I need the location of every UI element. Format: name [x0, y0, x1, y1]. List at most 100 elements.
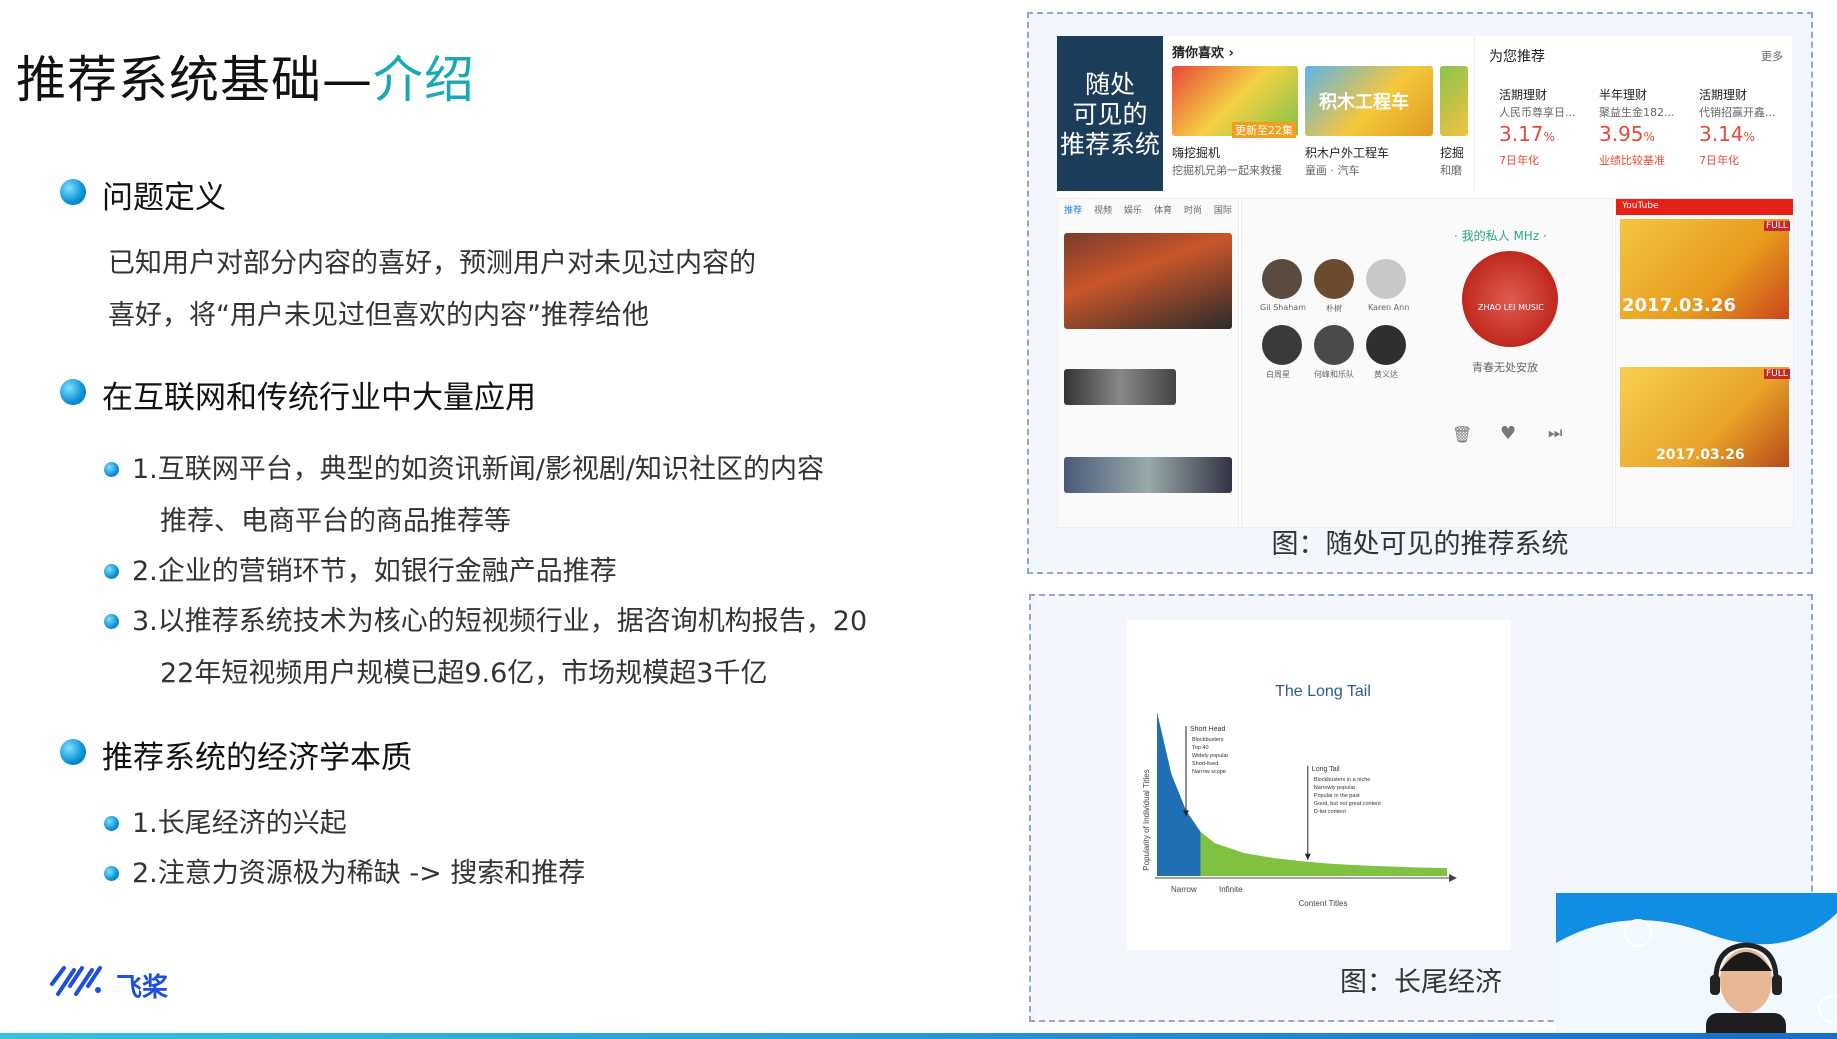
- artist-name: Karen Ann: [1368, 303, 1410, 312]
- artist-avatar: [1366, 259, 1406, 299]
- x-axis-arrow-icon: [1449, 874, 1457, 882]
- list-item: 1.长尾经济的兴起: [104, 798, 347, 850]
- news-tab[interactable]: 娱乐: [1124, 203, 1142, 216]
- news-tab[interactable]: 国际: [1214, 203, 1232, 216]
- short-head-note: Top 40: [1192, 745, 1209, 751]
- finance-desc: 人民币尊享日...: [1499, 106, 1576, 119]
- finance-rate: 3.95%: [1599, 122, 1655, 146]
- finance-card: 为您推荐 更多 活期理财 人民币尊享日... 3.17% 7日年化 半年理财 聚…: [1474, 36, 1793, 191]
- music-card: Gil Shaham 朴树 Karen Ann 白周星 何峰和乐队 黄义达 · …: [1241, 198, 1613, 528]
- x-tick-label: Narrow: [1171, 885, 1197, 894]
- figure1-caption: 图：随处可见的推荐系统: [1271, 529, 1569, 560]
- finance-header: 为您推荐: [1489, 49, 1545, 65]
- guess-item-title: 嗨挖掘机: [1172, 146, 1221, 160]
- long-tail-label: Long Tail: [1312, 766, 1340, 773]
- short-head-note: Blockbusters: [1192, 737, 1224, 743]
- poster-badge: FULL: [1764, 221, 1790, 231]
- long-tail-note: Popular in the past: [1314, 793, 1360, 799]
- news-tab[interactable]: 视频: [1094, 203, 1112, 216]
- presenter-webcam: [1556, 893, 1837, 1039]
- next-track-icon[interactable]: ⏭: [1548, 423, 1562, 443]
- webcam-scene: [1556, 893, 1837, 1039]
- artist-avatar: [1262, 325, 1302, 365]
- finance-name: 活期理财: [1499, 88, 1548, 102]
- guess-item-sub: 童画 · 汽车: [1305, 164, 1360, 177]
- bullet-dot-icon: [60, 179, 86, 205]
- poster-badge: FULL: [1764, 369, 1790, 379]
- x-tick-label: Infinite: [1219, 885, 1243, 894]
- disc-label: ZHAO LEI MUSIC: [1478, 303, 1544, 312]
- artist-name: 何峰和乐队: [1314, 370, 1354, 379]
- slide-title: 推荐系统基础—介绍: [16, 40, 475, 112]
- guess-item-sub: 挖掘机兄弟一起来救援: [1172, 164, 1282, 177]
- news-tab[interactable]: 推荐: [1064, 203, 1082, 216]
- slide: 推荐系统基础—介绍 问题定义 已知用户对部分内容的喜好，预测用户对未见过内容的 …: [0, 0, 1837, 1039]
- bullet-dot-icon: [104, 614, 119, 629]
- chart-title: The Long Tail: [1275, 683, 1371, 700]
- artist-name: Gil Shaham: [1260, 303, 1307, 312]
- news-photo: [1064, 369, 1176, 405]
- collage-tag: 随处 可见的 推荐系统: [1057, 36, 1163, 191]
- list-item: 2.企业的营销环节，如银行金融产品推荐: [104, 546, 617, 598]
- long-tail-chart-card: The Long Tail Short Head Blockbusters Top …: [1127, 620, 1511, 950]
- bullet-dot-icon: [60, 379, 86, 405]
- short-head-note: Narrow scope: [1192, 769, 1226, 775]
- news-tab[interactable]: 时尚: [1184, 203, 1202, 216]
- short-head-note: Short-lived: [1192, 761, 1218, 767]
- heart-icon[interactable]: ♥: [1500, 423, 1516, 444]
- finance-desc: 聚益生金182...: [1599, 106, 1675, 119]
- long-tail-chart: The Long Tail Short Head Blockbusters Top …: [1142, 683, 1457, 908]
- finance-note: 业绩比较基准: [1599, 154, 1665, 167]
- long-tail-area: [1200, 831, 1447, 876]
- finance-desc: 代销招赢开鑫...: [1699, 106, 1776, 119]
- short-head-note: Widely popular: [1192, 753, 1229, 759]
- paddle-logo-icon: [48, 964, 108, 1006]
- list-item: 2.注意力资源极为稀缺 -> 搜索和推荐: [104, 848, 585, 900]
- news-tab[interactable]: 体育: [1154, 203, 1172, 216]
- poster-date: 2017.03.26: [1656, 447, 1745, 463]
- artist-avatar: [1314, 325, 1354, 365]
- finance-rate: 3.14%: [1699, 122, 1755, 146]
- x-axis-label: Content Titles: [1299, 899, 1348, 908]
- title-accent: 介绍: [373, 51, 475, 109]
- bullet-dot-icon: [104, 866, 119, 881]
- news-photo: [1064, 457, 1232, 493]
- thumb-overlay-text: 积木工程车: [1319, 92, 1409, 113]
- music-disc: [1462, 251, 1558, 347]
- long-tail-note: D-list content: [1314, 809, 1347, 815]
- guess-header: 猜你喜欢 ›: [1172, 46, 1234, 61]
- guess-item-title: 挖掘: [1440, 146, 1465, 160]
- y-axis-label: Popularity of Individual Titles: [1142, 769, 1151, 870]
- bullet-dot-icon: [104, 564, 119, 579]
- finance-name: 半年理财: [1599, 88, 1648, 102]
- news-tabs: 推荐 视频 娱乐 体育 时尚 国际: [1064, 203, 1232, 216]
- short-head-label: Short Head: [1190, 726, 1226, 733]
- thumb-badge: 更新至22集: [1232, 122, 1296, 138]
- long-tail-note: Narrowly popular: [1314, 785, 1356, 791]
- paddle-logo: 飞桨: [48, 964, 168, 1006]
- figure-recommender-examples: 随处 可见的 推荐系统 猜你喜欢 › 更新至22集 积木工程车 嗨挖掘机 挖掘机…: [1027, 12, 1813, 574]
- artist-name: 白周星: [1266, 370, 1290, 379]
- music-channel-title: · 我的私人 MHz ·: [1454, 229, 1547, 243]
- list-item: 3.以推荐系统技术为核心的短视频行业，据咨询机构报告，20 22年短视频用户规模…: [104, 596, 867, 700]
- artist-avatar: [1366, 325, 1406, 365]
- finance-more-link[interactable]: 更多: [1761, 48, 1783, 64]
- bullet-dot-icon: [104, 816, 119, 831]
- artist-name: 黄义达: [1374, 370, 1398, 379]
- section-heading-applications: 在互联网和传统行业中大量应用: [60, 372, 536, 417]
- trash-icon[interactable]: 🗑: [1452, 425, 1472, 444]
- long-tail-note: Good, but not great content: [1314, 801, 1381, 807]
- long-tail-note: Blockbusters in a niche: [1314, 777, 1371, 783]
- finance-note: 7日年化: [1499, 154, 1539, 167]
- paddle-mark-icon: [50, 966, 102, 996]
- finance-note: 7日年化: [1699, 154, 1739, 167]
- guess-item-title: 积木户外工程车: [1305, 146, 1390, 160]
- recommender-collage: 随处 可见的 推荐系统 猜你喜欢 › 更新至22集 积木工程车 嗨挖掘机 挖掘机…: [1057, 36, 1794, 528]
- section-heading-economics: 推荐系统的经济学本质: [60, 732, 412, 777]
- finance-rate: 3.17%: [1499, 122, 1555, 146]
- news-feed-card: 推荐 视频 娱乐 体育 时尚 国际: [1057, 198, 1239, 528]
- logo-text: 飞桨: [116, 972, 169, 1003]
- finance-name: 活期理财: [1699, 88, 1748, 102]
- youtube-card: YouTube FULL 2017.03.26 FULL 2017.03.26: [1615, 198, 1794, 528]
- long-tail-arrow-head-icon: [1304, 853, 1311, 860]
